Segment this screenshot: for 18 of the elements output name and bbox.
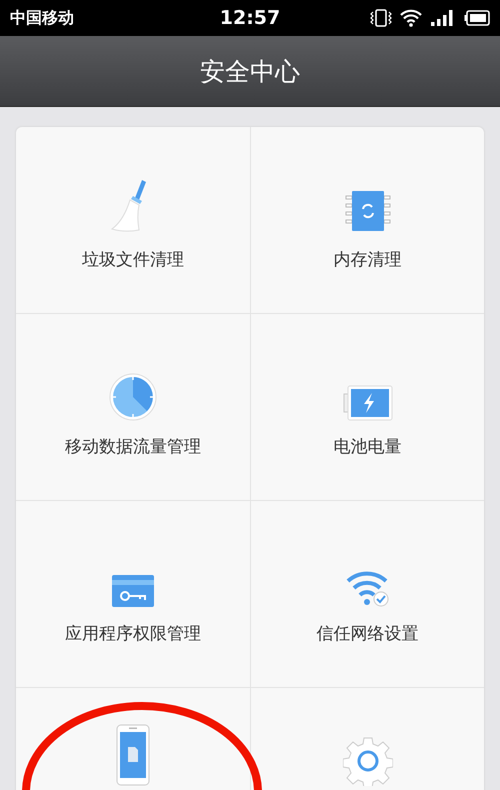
tile-label[interactable]: 信任网络设置 — [316, 622, 418, 644]
phone-icon — [116, 724, 150, 786]
tile-label[interactable]: 移动数据流量管理 — [65, 434, 201, 458]
page-title: 安全中心 — [200, 56, 300, 88]
battery-icon — [464, 10, 490, 26]
gear-icon — [342, 736, 392, 786]
vibrate-icon — [370, 8, 392, 28]
chip-icon — [344, 190, 390, 234]
battery-icon — [342, 384, 392, 420]
tile-label[interactable]: 内存清理 — [334, 248, 402, 270]
card-icon — [111, 574, 155, 608]
clock-icon — [109, 372, 157, 420]
tile-label[interactable]: 应用程序权限管理 — [65, 622, 201, 644]
tile-label[interactable]: 垃圾文件清理 — [82, 248, 184, 270]
wifi-icon — [400, 9, 422, 27]
carrier-name: 中国移动 — [10, 8, 74, 28]
tile-label[interactable]: 电池电量 — [334, 434, 402, 458]
clock-time: 12:57 — [218, 7, 282, 29]
